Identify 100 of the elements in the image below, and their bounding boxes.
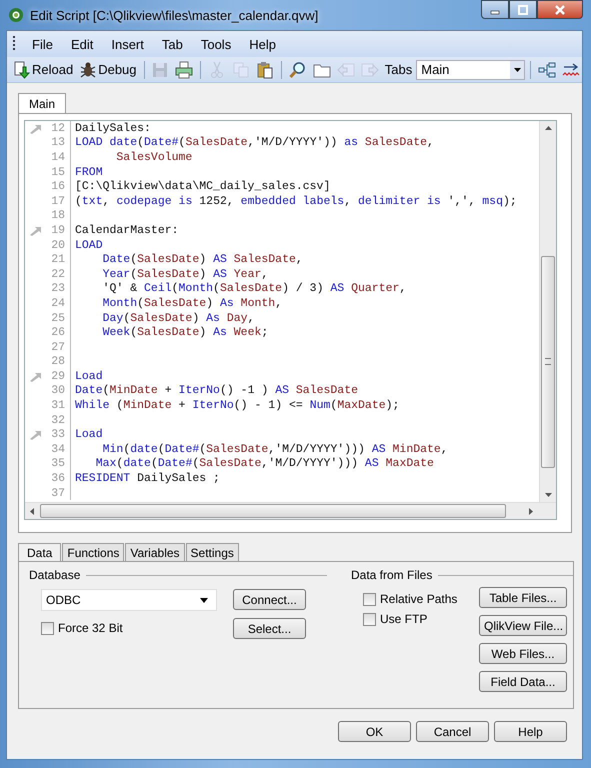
code-line: Date(SalesDate) AS SalesDate, — [102, 253, 303, 266]
line-number: 19 — [50, 224, 65, 237]
line-number: 32 — [50, 414, 65, 427]
scroll-right-icon — [529, 508, 533, 514]
scrollbar-thumb[interactable] — [541, 256, 555, 468]
line-number: 23 — [50, 282, 65, 296]
code-line: LOAD — [75, 238, 103, 252]
line-number: 21 — [50, 253, 65, 266]
checkbox-label: Relative Paths — [380, 592, 458, 606]
code-line: DailySales: — [75, 122, 151, 135]
close-button[interactable] — [537, 0, 583, 19]
line-number: 20 — [50, 238, 65, 252]
app-logo-icon — [8, 7, 24, 23]
code-line: Day(SalesDate) As Day, — [102, 312, 254, 325]
file-button[interactable]: Table Files... — [479, 587, 567, 608]
code-line: [C:\Qlikview\data\MC_daily_sales.csv] — [75, 180, 330, 194]
dialog-button[interactable]: Cancel — [416, 721, 489, 742]
debug-button[interactable]: Debug — [77, 60, 139, 80]
database-button[interactable]: Select... — [233, 618, 306, 639]
vertical-scrollbar[interactable] — [539, 121, 556, 502]
code-line: Load — [75, 370, 103, 383]
reload-icon — [13, 60, 31, 78]
checkbox[interactable] — [363, 612, 376, 626]
checkbox-label: Force 32 Bit — [58, 621, 123, 635]
line-number: 37 — [50, 486, 65, 500]
group-title: Database — [29, 568, 80, 582]
line-number: 35 — [50, 457, 65, 470]
horizontal-scrollbar[interactable] — [25, 502, 556, 519]
line-number: 28 — [50, 355, 65, 368]
line-number: 30 — [50, 384, 65, 398]
maximize-icon — [518, 4, 528, 14]
code-line: 'Q' & Ceil(Month(SalesDate) / 3) AS Quarter, — [102, 282, 406, 296]
line-number: 12 — [50, 122, 65, 135]
scrollbar-thumb[interactable] — [40, 504, 506, 518]
print-icon[interactable] — [173, 60, 196, 80]
menu-item[interactable]: Help — [241, 34, 284, 54]
code-line: Year(SalesDate) AS Year, — [102, 268, 268, 281]
line-number: 26 — [50, 326, 65, 340]
line-number: 17 — [50, 194, 65, 208]
grip-icon — [13, 36, 16, 52]
database-button[interactable]: Connect... — [233, 589, 306, 610]
line-number: 16 — [50, 180, 65, 194]
dropdown-arrow-icon — [200, 598, 208, 602]
panel-tab[interactable]: Variables — [125, 543, 185, 561]
debug-icon — [79, 60, 98, 78]
line-number: 25 — [50, 312, 65, 325]
line-number: 34 — [50, 442, 65, 456]
line-number: 22 — [50, 268, 65, 281]
scroll-left-icon — [30, 508, 34, 514]
menu-item[interactable]: Tools — [192, 34, 240, 54]
menu-item[interactable]: Insert — [103, 34, 152, 54]
checkbox[interactable] — [41, 622, 54, 634]
line-number: 15 — [50, 166, 65, 179]
code-line: CalendarMaster: — [75, 224, 179, 237]
scroll-down-icon — [544, 493, 552, 497]
code-line: Load — [75, 428, 103, 442]
code-line: Min(date(Date#(SalesDate,'M/D/YYYY'))) AS MinDate, — [102, 442, 448, 456]
dropdown-arrow-icon — [514, 68, 521, 72]
line-number: 18 — [50, 209, 65, 222]
panel-tab[interactable]: Functions — [62, 543, 124, 561]
menu-item[interactable]: File — [24, 34, 61, 54]
tabs-label: Tabs — [384, 62, 414, 77]
reload-button[interactable]: Reload — [11, 60, 76, 80]
code-line: SalesVolume — [115, 150, 192, 164]
code-line: LOAD date(Date#(SalesDate,'M/D/YYYY')) as SalesDate, — [75, 136, 434, 150]
code-line: Week(SalesDate) As Week; — [102, 326, 268, 340]
checkbox-label: Use FTP — [380, 612, 428, 626]
line-number: 24 — [50, 296, 65, 310]
panel-tab[interactable]: Data — [18, 543, 62, 562]
minimize-button[interactable] — [481, 0, 509, 19]
code-line: Date(MinDate + IterNo() -1 ) AS SalesDate — [75, 384, 358, 398]
tree-icon[interactable] — [536, 60, 558, 80]
line-number: 29 — [50, 370, 65, 383]
line-number: 13 — [50, 136, 65, 150]
database-dropdown[interactable]: ODBC — [41, 589, 217, 611]
maximize-button[interactable] — [509, 0, 537, 19]
menu-item[interactable]: Tab — [154, 34, 191, 54]
file-button[interactable]: QlikView File... — [479, 615, 567, 636]
code-line: Month(SalesDate) As Month, — [102, 296, 282, 310]
code-line: (txt, codepage is 1252, embedded labels, delimiter is ',', msq); — [75, 194, 517, 208]
code-line: While (MinDate + IterNo() - 1) <= Num(MaxDate); — [75, 399, 400, 412]
file-button[interactable]: Field Data... — [479, 671, 567, 692]
panel-tab[interactable]: Settings — [186, 543, 239, 561]
line-number: 27 — [50, 340, 65, 354]
script-editor[interactable] — [24, 120, 557, 520]
script-tab[interactable]: Main — [18, 93, 66, 114]
line-number: 31 — [50, 399, 65, 412]
window-title: Edit Script [C:\Qlikview\files\master_calendar.qvw] — [30, 8, 318, 22]
close-icon — [554, 4, 566, 14]
menu-item[interactable]: Edit — [62, 34, 102, 54]
scroll-up-icon — [544, 126, 552, 130]
code-line: RESIDENT DailySales ; — [75, 472, 220, 486]
dialog-button[interactable]: OK — [338, 721, 411, 742]
code-line: Max(date(Date#(SalesDate,'M/D/YYYY'))) AS MaxDate — [94, 457, 434, 470]
line-number: 33 — [50, 428, 65, 442]
checkbox[interactable] — [363, 592, 376, 606]
code-line: FROM — [75, 166, 103, 179]
tab-dropdown[interactable]: Main — [416, 60, 526, 80]
dialog-button[interactable]: Help — [494, 721, 567, 742]
file-button[interactable]: Web Files... — [479, 643, 567, 664]
